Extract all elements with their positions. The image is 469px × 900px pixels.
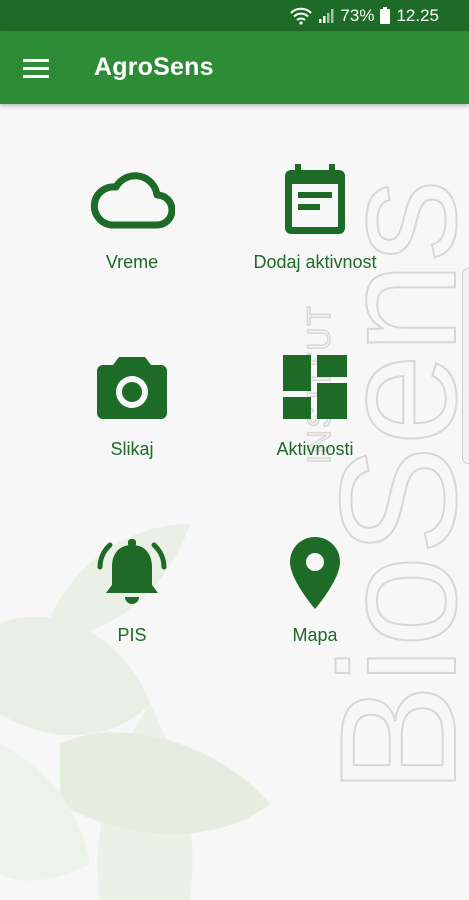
clock: 12.25 xyxy=(396,5,439,25)
tile-label: Vreme xyxy=(105,252,159,272)
wifi-icon xyxy=(290,7,313,25)
cloud-icon xyxy=(89,160,175,240)
app-title: AgroSens xyxy=(94,53,214,81)
calendar-note-icon xyxy=(283,160,347,240)
tile-aktivnosti[interactable]: Aktivnosti xyxy=(215,347,415,487)
signal-icon xyxy=(318,8,334,24)
tile-label: Mapa xyxy=(292,625,338,645)
tile-label: Dodaj aktivnost xyxy=(253,252,377,272)
tile-label: Slikaj xyxy=(110,439,154,459)
menu-button[interactable] xyxy=(22,55,50,81)
bell-ringing-icon xyxy=(96,533,168,613)
tile-dodaj-aktivnost[interactable]: Dodaj aktivnost xyxy=(215,160,415,300)
dashboard-grid-icon xyxy=(283,347,347,427)
tile-pis[interactable]: PIS xyxy=(32,533,232,673)
map-pin-icon xyxy=(290,533,340,613)
tile-slikaj[interactable]: Slikaj xyxy=(32,347,232,487)
tile-label: Aktivnosti xyxy=(276,439,354,459)
camera-icon xyxy=(97,347,167,427)
status-bar: 73% 12.25 xyxy=(0,0,469,31)
tile-mapa[interactable]: Mapa xyxy=(215,533,415,673)
tile-vreme[interactable]: Vreme xyxy=(32,160,232,300)
battery-percent: 73% xyxy=(340,5,375,25)
edge-panel-handle[interactable] xyxy=(462,268,469,464)
app-bar: AgroSens xyxy=(0,31,469,104)
battery-icon xyxy=(380,7,391,24)
tile-label: PIS xyxy=(117,625,147,645)
hamburger-icon xyxy=(23,59,49,78)
